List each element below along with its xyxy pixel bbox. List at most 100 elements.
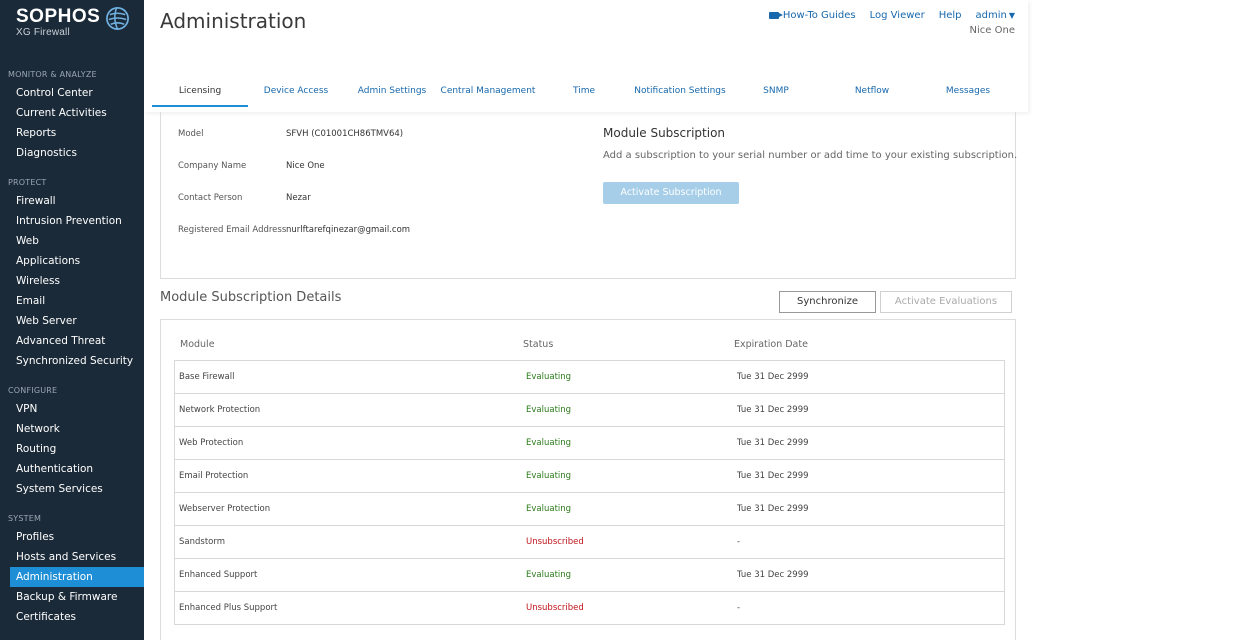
table-row: Network Protection Evaluating Tue 31 Dec… xyxy=(175,394,1004,427)
sidebar-item-firewall[interactable]: Firewall xyxy=(0,191,144,211)
howto-guides-link[interactable]: How-To Guides xyxy=(768,10,856,21)
nav-heading: SYSTEM xyxy=(8,514,42,523)
sidebar-item-profiles[interactable]: Profiles xyxy=(0,527,144,547)
nav-section-configure: CONFIGURE VPN Network Routing Authentica… xyxy=(0,383,144,499)
tab-messages[interactable]: Messages xyxy=(920,78,1016,107)
column-header-expiration: Expiration Date xyxy=(734,339,808,350)
table-row: Sandstorm Unsubscribed - xyxy=(175,526,1004,559)
app-window: SOPHOS XG Firewall MONITOR & ANALYZE Con… xyxy=(0,0,1237,640)
sidebar-item-diagnostics[interactable]: Diagnostics xyxy=(0,143,144,163)
table-row: Base Firewall Evaluating Tue 31 Dec 2999 xyxy=(175,361,1004,394)
column-header-module: Module xyxy=(180,339,215,350)
sidebar-item-routing[interactable]: Routing xyxy=(0,439,144,459)
sidebar-item-applications[interactable]: Applications xyxy=(0,251,144,271)
module-cell: Enhanced Support xyxy=(179,570,258,580)
activate-subscription-button[interactable]: Activate Subscription xyxy=(603,182,739,204)
sidebar-item-reports[interactable]: Reports xyxy=(0,123,144,143)
brand-name: SOPHOS xyxy=(16,6,101,27)
sidebar-item-certificates[interactable]: Certificates xyxy=(0,607,144,627)
expiry-cell: Tue 31 Dec 2999 xyxy=(737,471,809,481)
details-title: Module Subscription Details xyxy=(160,290,342,305)
sidebar-item-web-server[interactable]: Web Server xyxy=(0,311,144,331)
sidebar-item-authentication[interactable]: Authentication xyxy=(0,459,144,479)
nav-heading: CONFIGURE xyxy=(8,386,58,395)
module-cell: Network Protection xyxy=(179,405,261,415)
module-cell: Sandstorm xyxy=(179,537,225,547)
status-cell: Evaluating xyxy=(526,438,572,448)
sidebar-item-backup-firmware[interactable]: Backup & Firmware xyxy=(0,587,144,607)
tab-device-access[interactable]: Device Access xyxy=(248,78,344,107)
tab-snmp[interactable]: SNMP xyxy=(728,78,824,107)
synchronize-button[interactable]: Synchronize xyxy=(779,291,876,313)
sidebar-item-web[interactable]: Web xyxy=(0,231,144,251)
sidebar-item-hosts-and-services[interactable]: Hosts and Services xyxy=(0,547,144,567)
expiry-cell: - xyxy=(737,537,741,547)
brand-product: XG Firewall xyxy=(16,27,70,38)
tab-licensing[interactable]: Licensing xyxy=(152,78,248,107)
license-info-panel: Model SFVH (C01001CH86TMV64) Company Nam… xyxy=(160,112,1018,279)
module-cell: Enhanced Plus Support xyxy=(179,603,278,613)
column-header-status: Status xyxy=(523,339,554,350)
model-value: SFVH (C01001CH86TMV64) xyxy=(286,129,404,139)
module-cell: Web Protection xyxy=(179,438,244,448)
tab-admin-settings[interactable]: Admin Settings xyxy=(344,78,440,107)
sidebar-item-synchronized-security[interactable]: Synchronized Security xyxy=(0,351,144,371)
model-label: Model xyxy=(178,129,204,139)
log-viewer-link[interactable]: Log Viewer xyxy=(870,10,925,21)
sidebar-item-wireless[interactable]: Wireless xyxy=(0,271,144,291)
activate-evaluations-button[interactable]: Activate Evaluations xyxy=(880,291,1012,313)
expiry-cell: Tue 31 Dec 2999 xyxy=(737,372,809,382)
table-header: Module Status Expiration Date xyxy=(174,334,1005,360)
status-cell: Evaluating xyxy=(526,372,572,382)
nav-section-system: SYSTEM Profiles Hosts and Services Admin… xyxy=(0,511,144,627)
expiry-cell: Tue 31 Dec 2999 xyxy=(737,504,809,514)
sidebar-item-network[interactable]: Network xyxy=(0,419,144,439)
email-value: nurlftarefqinezar@gmail.com xyxy=(286,225,411,235)
module-subscription-title: Module Subscription xyxy=(603,126,726,140)
sidebar: SOPHOS XG Firewall MONITOR & ANALYZE Con… xyxy=(0,0,144,640)
help-link[interactable]: Help xyxy=(939,10,962,21)
contact-value: Nezar xyxy=(286,193,311,203)
admin-menu[interactable]: admin ▼ xyxy=(976,10,1016,21)
company-label: Company Name xyxy=(178,161,247,171)
sidebar-item-current-activities[interactable]: Current Activities xyxy=(0,103,144,123)
video-camera-icon xyxy=(768,12,783,19)
howto-guides-label: How-To Guides xyxy=(782,10,856,21)
expiry-cell: Tue 31 Dec 2999 xyxy=(737,438,809,448)
contact-label: Contact Person xyxy=(178,193,243,203)
status-cell: Evaluating xyxy=(526,504,572,514)
top-links: How-To Guides Log Viewer Help admin ▼ xyxy=(768,10,1016,21)
tab-netflow[interactable]: Netflow xyxy=(824,78,920,107)
sidebar-item-vpn[interactable]: VPN xyxy=(0,399,144,419)
table-row: Webserver Protection Evaluating Tue 31 D… xyxy=(175,493,1004,526)
nav-section-monitor: MONITOR & ANALYZE Control Center Current… xyxy=(0,67,144,163)
status-cell: Evaluating xyxy=(526,471,572,481)
nav-heading: MONITOR & ANALYZE xyxy=(8,70,97,79)
expiry-cell: - xyxy=(737,603,741,613)
sidebar-item-intrusion-prevention[interactable]: Intrusion Prevention xyxy=(0,211,144,231)
admin-label: admin xyxy=(975,10,1007,21)
subscription-details-panel: Module Status Expiration Date Base Firew… xyxy=(160,319,1016,640)
tab-time[interactable]: Time xyxy=(536,78,632,107)
sidebar-item-advanced-threat[interactable]: Advanced Threat xyxy=(0,331,144,351)
tab-bar: Licensing Device Access Admin Settings C… xyxy=(152,78,1016,107)
sidebar-item-control-center[interactable]: Control Center xyxy=(0,83,144,103)
caret-down-icon: ▼ xyxy=(1008,11,1015,20)
module-subscription-description: Add a subscription to your serial number… xyxy=(603,150,1018,161)
tab-central-management[interactable]: Central Management xyxy=(440,78,536,107)
table-row: Enhanced Support Evaluating Tue 31 Dec 2… xyxy=(175,559,1004,592)
module-cell: Email Protection xyxy=(179,471,249,481)
brand: SOPHOS XG Firewall xyxy=(16,6,100,38)
tab-notification-settings[interactable]: Notification Settings xyxy=(632,78,728,107)
status-cell: Unsubscribed xyxy=(526,537,584,547)
table-row: Email Protection Evaluating Tue 31 Dec 2… xyxy=(175,460,1004,493)
company-value: Nice One xyxy=(286,161,325,171)
status-cell: Evaluating xyxy=(526,405,572,415)
expiry-cell: Tue 31 Dec 2999 xyxy=(737,570,809,580)
status-cell: Evaluating xyxy=(526,570,572,580)
sidebar-item-administration[interactable]: Administration xyxy=(10,567,144,587)
sidebar-item-system-services[interactable]: System Services xyxy=(0,479,144,499)
table-row: Enhanced Plus Support Unsubscribed - xyxy=(175,592,1004,624)
sidebar-item-email[interactable]: Email xyxy=(0,291,144,311)
nav-heading: PROTECT xyxy=(8,178,47,187)
